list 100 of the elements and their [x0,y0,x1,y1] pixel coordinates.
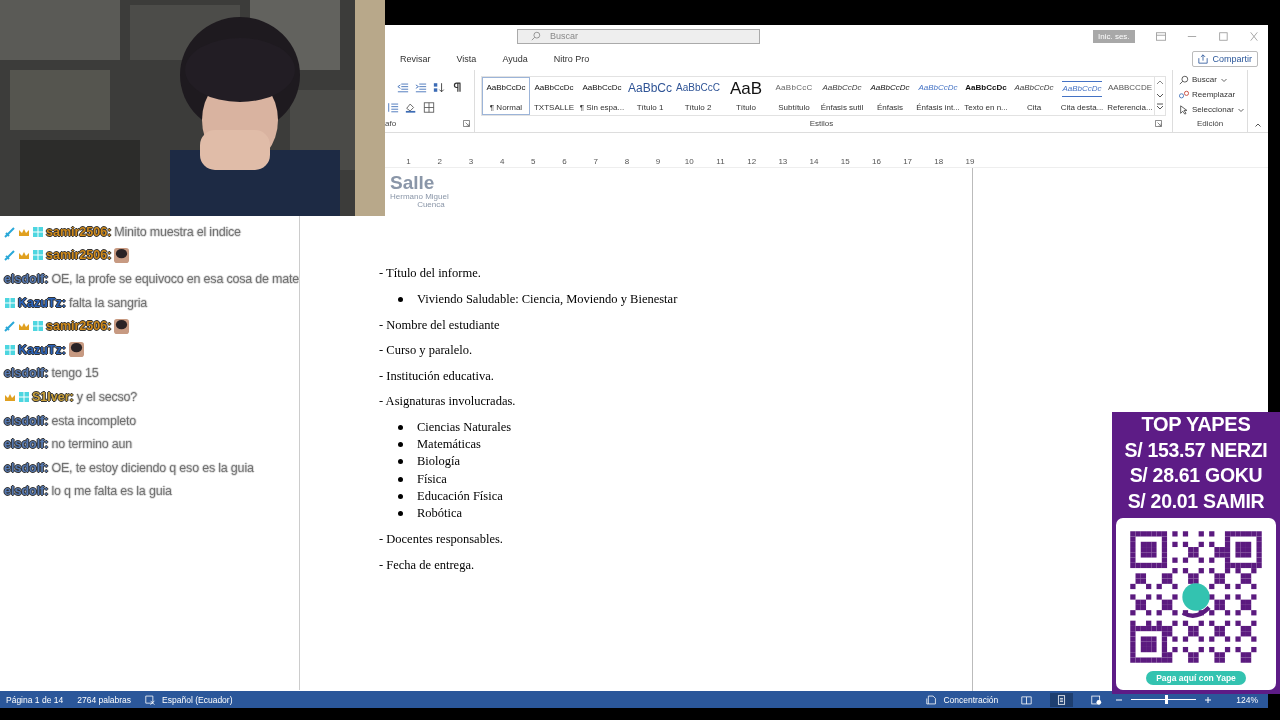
share-icon [1198,53,1209,64]
style-item[interactable]: AABBCCDE Referencia... [1106,77,1154,115]
editing-command[interactable]: Seleccionar [1179,102,1247,117]
ribbon-tab[interactable]: Nitro Pro [553,50,590,67]
page-count[interactable]: Página 1 de 14 [6,694,64,705]
ruler-number: 1 [405,156,412,167]
print-layout-icon[interactable] [1050,692,1074,707]
style-item[interactable]: AaB Título [722,77,770,115]
style-item[interactable]: AaBbCcDc ¶ Sin espa... [578,77,626,115]
ruler-number: 15 [839,156,851,167]
style-preview: AaBbCcDc [1014,82,1054,94]
sort-icon[interactable] [433,81,445,93]
share-button[interactable]: Compartir [1192,50,1258,67]
style-preview: AaBbCcDc [486,82,526,94]
zoom-slider-thumb[interactable] [1164,695,1168,704]
line-spacing-icon[interactable] [387,101,399,113]
bullet-icon [398,459,403,465]
document-paragraph: - Docentes responsables. [379,532,504,548]
style-item[interactable]: AaBbCcC Subtítulo [770,77,818,115]
ruler-number: 10 [683,156,695,167]
ribbon-tab[interactable]: Vista [456,50,477,67]
chat-message: esta incompleto [51,413,136,428]
style-name: ¶ Sin espa... [579,103,625,112]
style-preview: AaBbCcDc [870,82,910,94]
donation-entry: S/ 20.01 SAMIR [1127,488,1265,514]
increase-indent-icon[interactable] [415,81,427,93]
style-name: Énfasis sutil [820,103,864,112]
style-item[interactable]: AaBbCcDc Cita desta... [1058,77,1106,115]
ruler-number: 11 [715,156,726,167]
chat-username: KazuTz: [18,295,66,310]
zoom-level[interactable]: 124% [1236,694,1258,705]
dialog-launcher-icon[interactable] [1155,120,1162,127]
shading-icon[interactable] [405,101,417,113]
donation-entry: S/ 153.57 NERZI [1124,437,1268,463]
chat-username: samir2506: [46,248,112,263]
dialog-launcher-icon[interactable] [463,120,470,127]
language-indicator[interactable]: Español (Ecuador) [162,694,233,705]
style-item[interactable]: AaBbCcDc TXTSALLE [530,77,578,115]
ruler-number: 19 [964,156,976,167]
style-name: Título 1 [636,103,664,112]
chat-username: elsdolf: [4,437,49,452]
style-item[interactable]: AaBbCcDc Texto en n... [962,77,1010,115]
read-mode-icon[interactable] [1021,694,1033,705]
style-name: Título 2 [684,103,712,112]
style-name: Texto en n... [964,103,1008,112]
web-layout-icon[interactable] [1091,694,1103,705]
style-name: Subtítulo [778,103,810,112]
logo-subtitle: Hermano Miguel [390,193,449,201]
ruler-number: 4 [498,156,506,167]
style-item[interactable]: AaBbCcDc Cita [1010,77,1058,115]
bullet-item: Matemáticas [417,436,481,452]
proofing-icon[interactable] [145,694,157,705]
style-preview: AaBbCcC [676,81,720,95]
document-paragraph: - Asignaturas involucradas. [379,394,517,409]
document-paragraph: - Curso y paralelo. [379,343,474,358]
style-item[interactable]: AaBbCc Título 1 [626,77,674,115]
borders-icon[interactable] [423,101,435,113]
show-marks-icon[interactable] [451,81,463,93]
style-preview: AaBbCcDc [965,82,1007,94]
style-name: Énfasis [876,103,904,112]
word-count[interactable]: 2764 palabras [77,694,132,705]
ruler-number: 18 [933,156,945,167]
decrease-indent-icon[interactable] [397,81,409,93]
style-name: ¶ Normal [489,103,523,112]
bullet-icon [398,296,403,302]
style-item[interactable]: AaBbCcDc ¶ Normal [482,77,530,115]
focus-mode-button[interactable]: Concentración [943,694,999,705]
style-preview: AaBbCc [628,81,672,95]
search-field[interactable]: Buscar [517,28,760,44]
style-item[interactable]: AaBbCcC Título 2 [674,77,722,115]
style-item[interactable]: AaBbCcDc Énfasis [866,77,914,115]
ribbon-tab[interactable]: Ayuda [502,50,528,67]
focus-icon[interactable] [926,694,938,705]
ruler-number: 17 [902,156,914,167]
style-name: Énfasis int... [916,103,960,112]
document-paragraph: - Institución educativa. [379,368,495,384]
zoom-in-icon[interactable] [1204,695,1213,704]
style-preview: AaBbCcDc [918,82,958,94]
style-item[interactable]: AaBbCcDc Énfasis sutil [818,77,866,115]
search-icon [1179,74,1189,85]
collapse-ribbon-icon[interactable] [1254,121,1262,129]
group-label: Edición [1196,119,1224,128]
chat-username: elsdolf: [4,366,49,381]
style-item[interactable]: AaBbCcDc Énfasis int... [914,77,962,115]
ruler-number: 6 [561,156,568,167]
editing-command[interactable]: Buscar [1179,72,1247,87]
ruler-number: 7 [592,156,599,167]
ribbon-tab[interactable]: Revisar [400,50,431,67]
style-preview: AaBbCcDc [822,82,862,94]
style-preview: AaBbCcDc [1062,81,1102,97]
editing-command[interactable]: Reemplazar [1179,87,1247,102]
chat-username: elsdolf: [4,484,49,499]
style-name: TXTSALLE [534,103,574,112]
chat-message: no termino aun [51,437,133,452]
chat-message: tengo 15 [51,366,99,381]
chat-username: elsdolf: [4,272,49,286]
document-paragraph: - Fecha de entrega. [379,557,476,573]
replace-icon [1179,89,1189,100]
chat-message: OE, te estoy diciendo q eso es la guia [51,460,254,475]
group-label: Estilos [809,119,834,128]
